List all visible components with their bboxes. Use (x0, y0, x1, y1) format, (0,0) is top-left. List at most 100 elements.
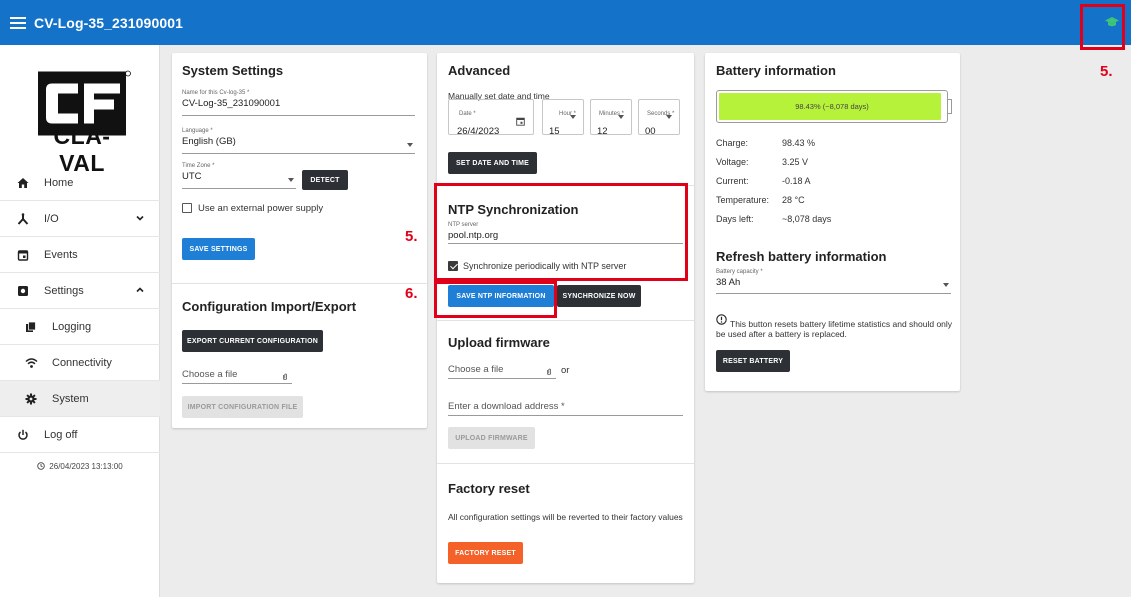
gear-icon (24, 392, 38, 406)
temperature-value: 28 °C (782, 195, 805, 205)
sidebar-item-label: Home (44, 176, 74, 189)
config-import-export-title: Configuration Import/Export (182, 299, 357, 314)
io-icon (16, 212, 30, 226)
logging-icon (24, 320, 38, 334)
battery-level-text: 98.43% (~8,078 days) (795, 102, 869, 111)
voltage-value: 3.25 V (782, 157, 809, 167)
external-power-label: Use an external power supply (198, 203, 324, 214)
battery-card: Battery information 98.43% (~8,078 days)… (705, 53, 960, 391)
language-select[interactable]: Language * English (GB) (182, 128, 415, 154)
sidebar-item-logoff[interactable]: Log off (0, 417, 160, 453)
caret-down-icon (288, 178, 294, 182)
settings-icon (16, 284, 30, 298)
detect-button[interactable]: DETECT (302, 170, 348, 190)
date-field[interactable]: Date * 26/4/2023 (448, 99, 534, 137)
sidebar-item-label: Logging (52, 320, 92, 333)
charge-value: 98.43 % (782, 138, 816, 148)
app-title: CV-Log-35_231090001 (34, 14, 183, 31)
voltage-label: Voltage: (716, 157, 749, 167)
chevron-down-icon (136, 215, 144, 221)
clock-icon (37, 462, 46, 470)
annotation-label-5-top: 5. (1100, 63, 1113, 80)
battery-info-title: Battery information (716, 63, 836, 78)
system-settings-title: System Settings (182, 63, 284, 78)
reset-battery-warning: This button resets battery lifetime stat… (716, 319, 953, 339)
factory-reset-button[interactable]: FACTORY RESET (448, 542, 523, 564)
sidebar-item-label: Settings (44, 284, 84, 297)
firmware-file-picker[interactable]: Choose a file (448, 364, 556, 379)
sidebar-nav: Home I/O Events Settings Logging Connect… (0, 165, 160, 479)
sidebar-item-events[interactable]: Events (0, 237, 160, 273)
battery-gauge: 98.43% (~8,078 days) (716, 90, 948, 123)
synchronize-now-button[interactable]: SYNCHRONIZE NOW (557, 285, 641, 307)
clock-row: 26/04/2023 13:13:00 (0, 453, 160, 479)
system-settings-card: System Settings Name for this Cv-log-35 … (172, 53, 427, 428)
annotation-box-ntp (434, 183, 688, 281)
caret-down-icon (407, 143, 413, 147)
battery-terminal (948, 99, 952, 114)
minutes-select[interactable]: Minutes * 12 (590, 99, 632, 137)
paperclip-icon (547, 368, 551, 376)
home-icon (16, 176, 30, 190)
caret-down-icon (666, 115, 672, 119)
sidebar-item-logging[interactable]: Logging (0, 309, 160, 345)
hour-select[interactable]: Hour * 15 (542, 99, 584, 137)
advanced-title: Advanced (448, 63, 511, 78)
charge-label: Charge: (716, 138, 749, 148)
current-value: -0.18 A (782, 176, 811, 186)
power-icon (16, 428, 30, 442)
app-header: CV-Log-35_231090001 (0, 0, 1131, 45)
sidebar-item-label: System (52, 392, 89, 405)
menu-icon[interactable] (10, 16, 26, 29)
wifi-icon (24, 356, 38, 370)
caret-down-icon (618, 115, 624, 119)
sidebar-item-label: I/O (44, 212, 59, 225)
section-divider (172, 283, 427, 284)
upload-firmware-title: Upload firmware (448, 335, 550, 350)
set-date-time-button[interactable]: SET DATE AND TIME (448, 152, 537, 174)
annotation-label-5: 5. (405, 228, 418, 245)
device-name-field[interactable]: Name for this Cv-log-35 * CV-Log-35_2310… (182, 90, 415, 116)
sidebar-item-io[interactable]: I/O (0, 201, 160, 237)
sidebar-item-label: Connectivity (52, 356, 112, 369)
download-address-field[interactable]: Enter a download address * (448, 401, 683, 416)
battery-capacity-select[interactable]: Battery capacity * 38 Ah (716, 269, 951, 294)
annotation-box-header (1080, 4, 1125, 50)
chevron-up-icon (136, 287, 144, 293)
advanced-card: Advanced Manually set date and time Date… (437, 53, 694, 583)
sidebar-item-label: Log off (44, 428, 78, 441)
timezone-select[interactable]: Time Zone * UTC (182, 163, 296, 189)
sidebar-item-connectivity[interactable]: Connectivity (0, 345, 160, 381)
reset-battery-button[interactable]: RESET BATTERY (716, 350, 790, 372)
caret-down-icon (570, 115, 576, 119)
save-settings-button[interactable]: SAVE SETTINGS (182, 238, 255, 260)
seconds-select[interactable]: Seconds * 00 (638, 99, 680, 137)
upload-firmware-button[interactable]: UPLOAD FIRMWARE (448, 427, 535, 449)
export-configuration-button[interactable]: EXPORT CURRENT CONFIGURATION (182, 330, 323, 352)
sidebar-item-home[interactable]: Home (0, 165, 160, 201)
config-file-picker[interactable]: Choose a file (182, 369, 292, 384)
paperclip-icon (283, 373, 287, 381)
or-text: or (561, 365, 570, 376)
days-left-label: Days left: (716, 214, 754, 224)
factory-reset-title: Factory reset (448, 481, 530, 496)
factory-reset-description: All configuration settings will be rever… (448, 512, 683, 522)
days-left-value: ~8,078 days (782, 214, 832, 224)
section-divider (437, 463, 694, 464)
clock-text: 26/04/2023 13:13:00 (49, 461, 123, 471)
annotation-box-save-ntp (434, 281, 557, 318)
caret-down-icon (943, 283, 949, 287)
sidebar-item-settings[interactable]: Settings (0, 273, 160, 309)
external-power-checkbox[interactable] (182, 203, 192, 213)
import-configuration-button[interactable]: IMPORT CONFIGURATION FILE (182, 396, 303, 418)
temperature-label: Temperature: (716, 195, 770, 205)
section-divider (437, 320, 694, 321)
calendar-icon (516, 117, 525, 126)
sidebar: CLA-VAL Home I/O Events Settings Logging… (0, 45, 160, 597)
events-icon (16, 248, 30, 262)
refresh-battery-title: Refresh battery information (716, 249, 887, 264)
sidebar-item-label: Events (44, 248, 78, 261)
annotation-label-6: 6. (405, 285, 418, 302)
sidebar-item-system[interactable]: System (0, 381, 160, 417)
current-label: Current: (716, 176, 749, 186)
